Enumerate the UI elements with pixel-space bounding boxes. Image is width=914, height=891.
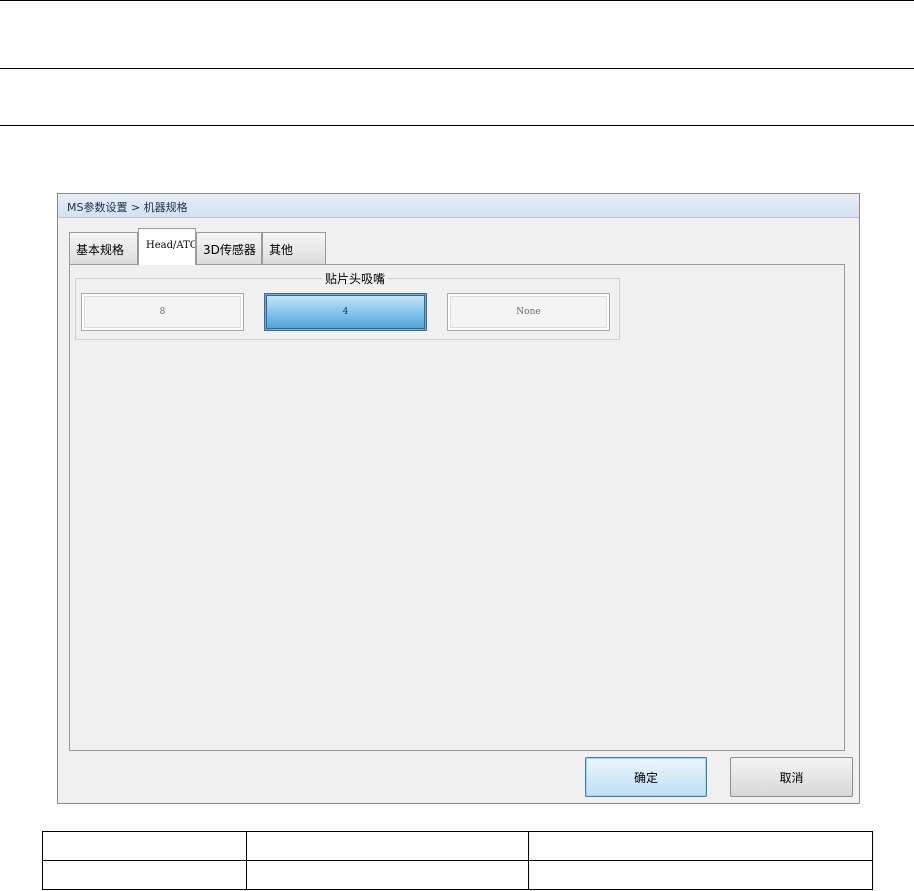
tab-3d-sensor[interactable]: 3D传感器: [196, 232, 262, 264]
option-8-button[interactable]: 8: [81, 293, 244, 331]
table-cell: [528, 831, 873, 861]
table-cell: [42, 860, 247, 890]
tab-basic-spec[interactable]: 基本规格: [69, 232, 138, 264]
group-title: 贴片头吸嘴: [322, 270, 389, 287]
tab-head-atc[interactable]: Head/ATC: [138, 228, 196, 265]
tab-other[interactable]: 其他: [262, 232, 326, 264]
top-rule-3: [0, 125, 914, 126]
table-cell: [42, 831, 247, 861]
settings-dialog: MS参数设置 > 机器规格 基本规格 Head/ATC 3D传感器 其他 贴片头…: [57, 193, 860, 804]
option-4-button[interactable]: 4: [264, 293, 427, 331]
tab-panel: 贴片头吸嘴 8 4 None: [69, 264, 845, 751]
bottom-table: [42, 831, 873, 890]
option-none-button[interactable]: None: [447, 293, 610, 331]
cancel-button[interactable]: 取消: [730, 757, 853, 797]
table-cell: [528, 860, 873, 890]
table-row: [42, 860, 873, 890]
top-rule-2: [0, 68, 914, 69]
table-cell: [246, 860, 529, 890]
table-row: [42, 831, 873, 861]
table-cell: [246, 831, 529, 861]
top-rule-1: [0, 0, 914, 1]
breadcrumb: MS参数设置 > 机器规格: [58, 194, 859, 218]
nozzle-group: 贴片头吸嘴 8 4 None: [75, 270, 620, 340]
ok-button[interactable]: 确定: [585, 757, 707, 797]
